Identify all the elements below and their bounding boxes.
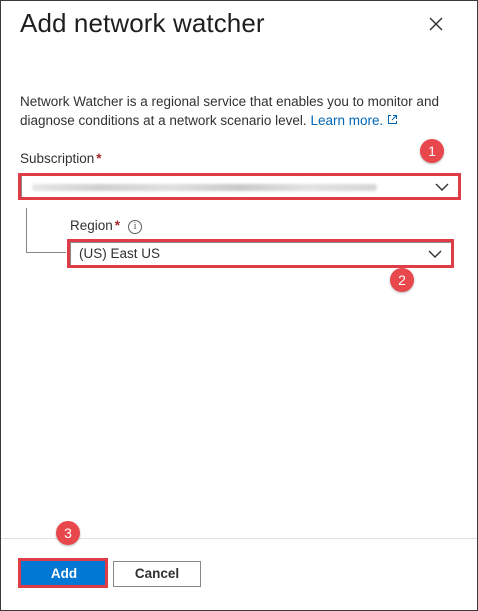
callout-badge-2: 2 [390, 268, 414, 292]
region-value: (US) East US [79, 246, 161, 261]
required-marker: * [96, 151, 102, 166]
description: Network Watcher is a regional service th… [20, 92, 460, 130]
chevron-down-icon [428, 250, 442, 258]
tree-connector-horizontal [26, 252, 66, 253]
callout-badge-3: 3 [56, 521, 80, 545]
external-link-icon [388, 115, 398, 124]
close-icon[interactable] [427, 15, 445, 33]
cancel-button[interactable]: Cancel [113, 561, 201, 587]
panel-title: Add network watcher [20, 8, 265, 38]
region-dropdown[interactable]: (US) East US [70, 242, 453, 266]
tree-connector-vertical [26, 208, 27, 252]
region-label: Region * i [70, 218, 143, 234]
info-icon[interactable]: i [128, 220, 143, 234]
subscription-dropdown[interactable] [21, 175, 460, 199]
required-marker: * [114, 218, 121, 233]
subscription-label: Subscription * [20, 151, 102, 166]
chevron-down-icon [435, 183, 449, 191]
learn-more-link[interactable]: Learn more. [310, 113, 398, 128]
redacted-subscription-value [32, 184, 377, 191]
add-button[interactable]: Add [21, 561, 107, 587]
callout-badge-1: 1 [420, 139, 444, 163]
